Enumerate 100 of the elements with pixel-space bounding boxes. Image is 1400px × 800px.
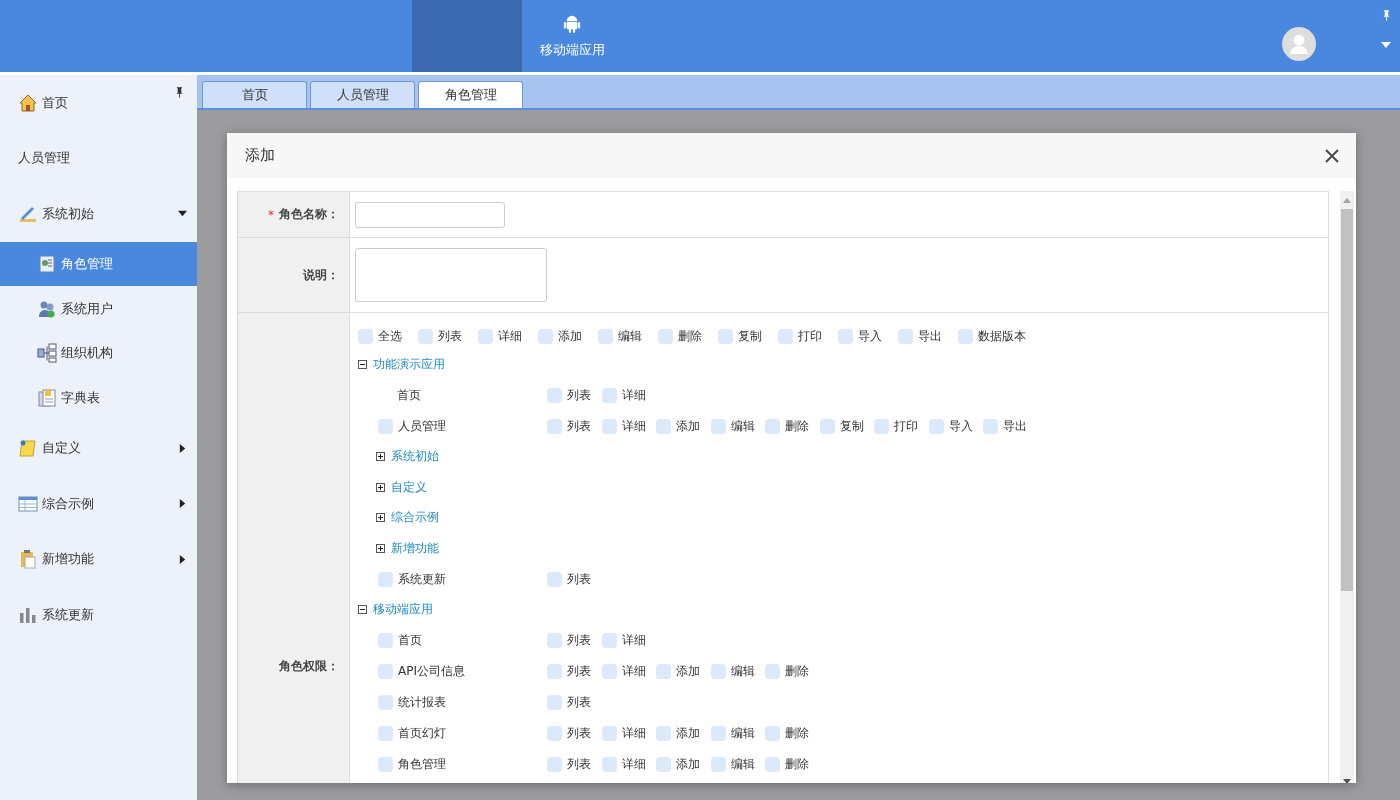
sidebar-item[interactable]: 人员管理 — [0, 130, 197, 186]
sidebar-item[interactable]: 系统更新 — [0, 587, 197, 643]
scrollbar[interactable] — [1340, 191, 1354, 783]
house-icon — [18, 92, 38, 113]
caret-right-icon — [178, 554, 187, 564]
caret-right-icon — [178, 499, 187, 509]
expand-icon[interactable] — [376, 452, 385, 462]
permission-checkbox[interactable]: 复制 — [819, 417, 874, 435]
permission-checkbox[interactable]: 添加 — [538, 327, 598, 345]
caret-down-icon — [178, 209, 187, 219]
sidebar-subitem[interactable]: 角色管理 — [0, 241, 197, 287]
tree-group-link[interactable]: 系统初始 — [391, 448, 439, 466]
permission-checkbox[interactable]: 导出 — [983, 417, 1038, 435]
module-checkbox[interactable]: 统计报表 — [378, 694, 547, 711]
permission-checkbox[interactable]: 导出 — [898, 327, 958, 345]
permission-checkbox[interactable]: 添加 — [656, 417, 711, 435]
sidebar-subitem[interactable]: 组织机构 — [0, 331, 197, 376]
caret-right-icon — [178, 443, 187, 453]
field-label: 角色名称： — [279, 206, 339, 223]
sidebar-item[interactable]: 自定义 — [0, 420, 197, 477]
permission-checkbox[interactable]: 删除 — [765, 725, 820, 742]
caret-down-icon[interactable] — [1381, 42, 1391, 48]
permission-checkbox[interactable]: 编辑 — [710, 725, 765, 742]
permission-checkbox[interactable]: 删除 — [765, 417, 820, 435]
module-checkbox[interactable]: 系统更新 — [378, 570, 547, 588]
expand-icon[interactable] — [376, 482, 385, 492]
permission-checkbox[interactable]: 列表 — [418, 327, 478, 345]
tree-group-link[interactable]: 自定义 — [391, 478, 427, 496]
permission-checkbox[interactable]: 详细 — [601, 386, 656, 404]
tab[interactable]: 人员管理 — [310, 81, 415, 108]
permission-checkbox[interactable]: 列表 — [547, 386, 602, 404]
permission-checkbox[interactable]: 添加 — [656, 756, 711, 773]
permission-checkbox[interactable]: 添加 — [656, 725, 711, 742]
module-checkbox[interactable]: 首页 — [378, 632, 547, 649]
table-icon — [18, 493, 38, 514]
permission-checkbox[interactable]: 复制 — [718, 327, 778, 345]
permission-checkbox[interactable]: 列表 — [547, 417, 602, 435]
permission-checkbox[interactable]: 详细 — [601, 632, 656, 649]
collapse-icon[interactable] — [358, 359, 367, 369]
permission-checkbox[interactable]: 详细 — [601, 756, 656, 773]
permission-checkbox[interactable]: 打印 — [874, 417, 929, 435]
permission-checkbox[interactable]: 详细 — [478, 327, 538, 345]
permission-checkbox[interactable]: 详细 — [601, 663, 656, 680]
collapse-icon[interactable] — [358, 605, 367, 615]
sidebar-subitem[interactable]: 系统用户 — [0, 286, 197, 332]
permission-checkbox[interactable]: 编辑 — [598, 327, 658, 345]
pin-icon[interactable] — [176, 87, 183, 98]
field-label: 角色权限： — [279, 658, 339, 675]
role-name-field[interactable] — [355, 201, 505, 228]
nav-item[interactable]: 移动端应用 — [522, 0, 622, 72]
permission-checkbox[interactable]: 列表 — [547, 694, 602, 711]
permission-checkbox[interactable]: 详细 — [601, 417, 656, 435]
card-icon — [37, 253, 57, 274]
close-icon[interactable] — [1325, 148, 1339, 163]
tree-group-link[interactable]: 移动端应用 — [373, 601, 433, 619]
tree-group-link[interactable]: 综合示例 — [391, 509, 439, 527]
permission-checkbox[interactable]: 删除 — [765, 756, 820, 773]
permission-checkbox[interactable]: 导入 — [928, 417, 983, 435]
tree-group-link[interactable]: 功能演示应用 — [373, 355, 445, 373]
module-checkbox[interactable]: 人员管理 — [378, 417, 547, 435]
sidebar-item[interactable]: 新增功能 — [0, 531, 197, 588]
android-icon — [563, 13, 581, 33]
permission-checkbox[interactable]: 编辑 — [710, 756, 765, 773]
permission-checkbox[interactable]: 详细 — [601, 725, 656, 742]
tree-group-link[interactable]: 新增功能 — [391, 539, 439, 557]
expand-icon[interactable] — [376, 543, 385, 553]
permission-checkbox[interactable]: 删除 — [765, 663, 820, 680]
permission-checkbox[interactable]: 编辑 — [710, 417, 765, 435]
permission-checkbox[interactable]: 打印 — [778, 327, 838, 345]
module-name: 首页 — [396, 387, 421, 402]
dialog-title: 添加 — [245, 146, 275, 165]
permission-checkbox[interactable]: 列表 — [547, 632, 602, 649]
clip-icon — [18, 549, 38, 570]
permission-checkbox[interactable]: 全选 — [358, 327, 418, 345]
permission-checkbox[interactable]: 列表 — [547, 756, 602, 773]
required-mark: * — [268, 207, 274, 222]
permission-checkbox[interactable]: 列表 — [547, 725, 602, 742]
avatar-icon[interactable] — [1282, 27, 1316, 61]
permission-checkbox[interactable]: 添加 — [656, 663, 711, 680]
permission-checkbox[interactable]: 列表 — [547, 570, 602, 588]
module-checkbox[interactable]: API公司信息 — [378, 663, 547, 680]
org-icon — [37, 343, 57, 364]
sidebar-item[interactable]: 系统初始 — [0, 186, 197, 242]
permission-checkbox[interactable]: 列表 — [547, 663, 602, 680]
sidebar-item[interactable]: 综合示例 — [0, 476, 197, 532]
tab[interactable]: 首页 — [202, 81, 307, 108]
tab[interactable]: 角色管理 — [418, 81, 523, 108]
permission-checkbox[interactable]: 数据版本 — [958, 327, 1026, 345]
permission-checkbox[interactable]: 删除 — [658, 327, 718, 345]
field-label: 说明： — [303, 266, 339, 284]
module-checkbox[interactable]: 角色管理 — [378, 756, 547, 773]
note-icon — [18, 438, 38, 459]
sidebar-subitem[interactable]: 字典表 — [0, 375, 197, 421]
description-field[interactable] — [355, 248, 547, 302]
doc-icon — [37, 388, 57, 409]
sidebar-item[interactable]: 首页 — [0, 75, 197, 131]
permission-checkbox[interactable]: 导入 — [838, 327, 898, 345]
permission-checkbox[interactable]: 编辑 — [710, 663, 765, 680]
expand-icon[interactable] — [376, 513, 385, 523]
module-checkbox[interactable]: 首页幻灯 — [378, 725, 547, 742]
